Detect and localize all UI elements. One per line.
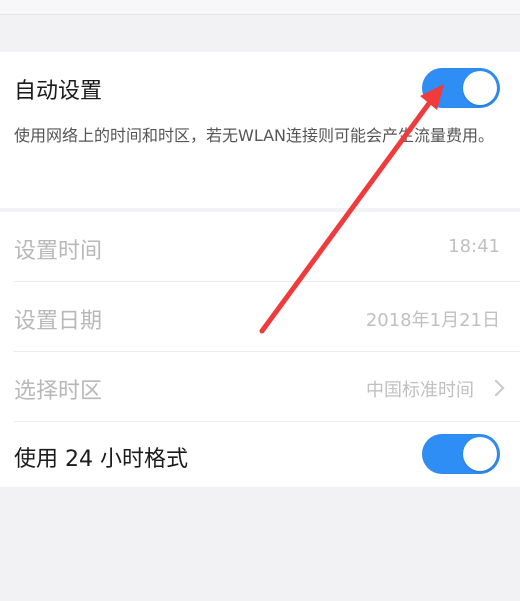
time-zone-value: 中国标准时间 <box>366 380 474 401</box>
set-date-row[interactable]: 设置日期 2018年1月21日 <box>0 282 520 351</box>
auto-setting-label: 自动设置 <box>14 79 103 104</box>
auto-setting-description: 使用网络上的时间和时区，若无WLAN连接则可能会产生流量费用。 <box>14 126 495 145</box>
set-time-label: 设置时间 <box>14 239 103 264</box>
chevron-right-icon <box>487 379 505 397</box>
auto-setting-toggle[interactable] <box>422 68 500 108</box>
auto-setting-row[interactable]: 自动设置 <box>0 52 520 124</box>
time-zone-row[interactable]: 选择时区 中国标准时间 <box>0 352 520 421</box>
format-24h-row[interactable]: 使用 24 小时格式 <box>0 422 520 487</box>
set-time-row[interactable]: 设置时间 18:41 <box>0 212 520 281</box>
set-date-label: 设置日期 <box>14 309 103 334</box>
status-bar <box>0 0 520 15</box>
toggle-knob <box>463 71 497 105</box>
time-zone-label: 选择时区 <box>14 379 103 404</box>
auto-setting-section: 自动设置 使用网络上的时间和时区，若无WLAN连接则可能会产生流量费用。 <box>0 52 520 208</box>
format-24h-label: 使用 24 小时格式 <box>14 447 188 472</box>
set-date-value: 2018年1月21日 <box>365 310 500 331</box>
set-time-value: 18:41 <box>448 236 500 257</box>
toggle-knob <box>463 437 497 471</box>
time-settings-section: 设置时间 18:41 设置日期 2018年1月21日 选择时区 中国标准时间 使… <box>0 212 520 487</box>
format-24h-toggle[interactable] <box>422 434 500 474</box>
